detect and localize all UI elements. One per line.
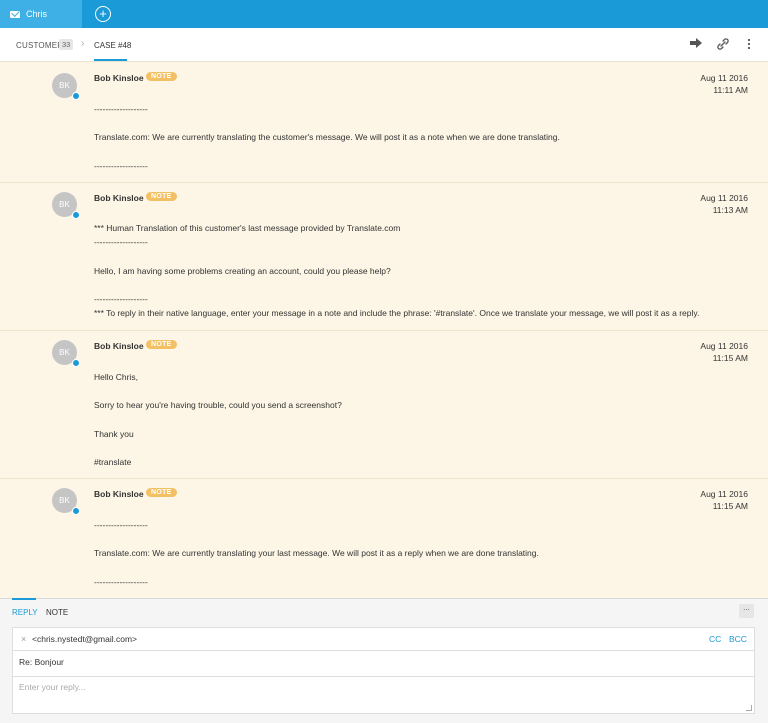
note-line: ------------------- xyxy=(94,161,148,171)
note-line: *** Human Translation of this customer's… xyxy=(94,223,401,233)
note-line: ------------------- xyxy=(94,237,148,247)
breadcrumb-customer[interactable]: CUSTOMER xyxy=(16,41,63,50)
agent-badge-icon xyxy=(72,507,80,515)
reply-body-row xyxy=(12,677,755,714)
breadcrumb-case[interactable]: CASE #48 xyxy=(94,41,131,50)
chevron-right-icon: › xyxy=(81,38,85,49)
note-author: Bob Kinsloe xyxy=(94,193,144,203)
forward-icon[interactable] xyxy=(689,38,703,52)
resize-handle-icon[interactable] xyxy=(746,705,752,711)
minimize-button[interactable]: ... xyxy=(739,604,754,618)
tab-reply[interactable]: REPLY xyxy=(12,608,38,617)
subject-row xyxy=(12,651,755,677)
avatar: BK xyxy=(52,340,80,367)
note-timestamp: Aug 11 2016 11:15 AM xyxy=(700,489,748,511)
note-author: Bob Kinsloe xyxy=(94,341,144,351)
avatar: BK xyxy=(52,73,80,100)
note-timestamp: Aug 11 2016 11:15 AM xyxy=(700,341,748,363)
subject-input[interactable] xyxy=(19,657,719,667)
note-item: BK Bob Kinsloe NOTE Aug 11 2016 11:13 AM … xyxy=(0,183,768,331)
reply-textarea[interactable] xyxy=(19,682,744,708)
customer-count-badge: 33 xyxy=(59,39,74,50)
plus-circle-icon[interactable]: + xyxy=(95,6,111,22)
agent-badge-icon xyxy=(72,359,80,367)
note-author: Bob Kinsloe xyxy=(94,489,144,499)
note-line: Translate.com: We are currently translat… xyxy=(94,548,539,558)
note-line: ------------------- xyxy=(94,577,148,587)
note-item: BK Bob Kinsloe NOTE Aug 11 2016 11:11 AM … xyxy=(0,62,768,183)
note-timestamp: Aug 11 2016 11:13 AM xyxy=(700,193,748,215)
mail-icon xyxy=(10,10,20,18)
note-badge: NOTE xyxy=(146,488,177,497)
note-item: BK Bob Kinsloe NOTE Aug 11 2016 11:15 AM … xyxy=(0,479,768,598)
avatar: BK xyxy=(52,192,80,219)
top-tab-bar: Chris + xyxy=(0,0,768,28)
recipient-field[interactable]: × <chris.nystedt@gmail.com> CC BCC xyxy=(12,627,755,651)
agent-badge-icon xyxy=(72,211,80,219)
note-line: Translate.com: We are currently translat… xyxy=(94,132,560,142)
note-author: Bob Kinsloe xyxy=(94,73,144,83)
note-line: ------------------- xyxy=(94,104,148,114)
remove-recipient-icon[interactable]: × xyxy=(21,634,26,644)
bcc-button[interactable]: BCC xyxy=(729,634,747,644)
note-line: ------------------- xyxy=(94,294,148,304)
more-vertical-icon[interactable] xyxy=(742,38,756,52)
case-feed[interactable]: BK Bob Kinsloe NOTE Aug 11 2016 11:11 AM … xyxy=(0,62,768,598)
link-icon[interactable] xyxy=(716,38,730,52)
active-tab-indicator xyxy=(12,598,36,600)
tab-label: Chris xyxy=(26,9,48,19)
note-line: *** To reply in their native language, e… xyxy=(94,308,700,318)
case-header: CUSTOMER 33 › CASE #48 xyxy=(0,28,768,62)
note-item: BK Bob Kinsloe NOTE Aug 11 2016 11:15 AM … xyxy=(0,331,768,479)
note-badge: NOTE xyxy=(146,192,177,201)
note-line: #translate xyxy=(94,457,132,467)
agent-badge-icon xyxy=(72,92,80,100)
note-badge: NOTE xyxy=(146,340,177,349)
note-line: Hello Chris, xyxy=(94,372,138,382)
note-line: Thank you xyxy=(94,429,134,439)
tab-note[interactable]: NOTE xyxy=(46,608,68,617)
note-timestamp: Aug 11 2016 11:11 AM xyxy=(700,73,748,95)
note-line: Hello, I am having some problems creatin… xyxy=(94,266,391,276)
tab-chris[interactable]: Chris xyxy=(0,0,82,28)
note-line: Sorry to hear you're having trouble, cou… xyxy=(94,400,342,410)
note-line: ------------------- xyxy=(94,520,148,530)
recipient-email: <chris.nystedt@gmail.com> xyxy=(32,634,138,644)
cc-button[interactable]: CC xyxy=(709,634,721,644)
active-tab-indicator xyxy=(94,59,127,61)
note-badge: NOTE xyxy=(146,72,177,81)
avatar: BK xyxy=(52,488,80,515)
